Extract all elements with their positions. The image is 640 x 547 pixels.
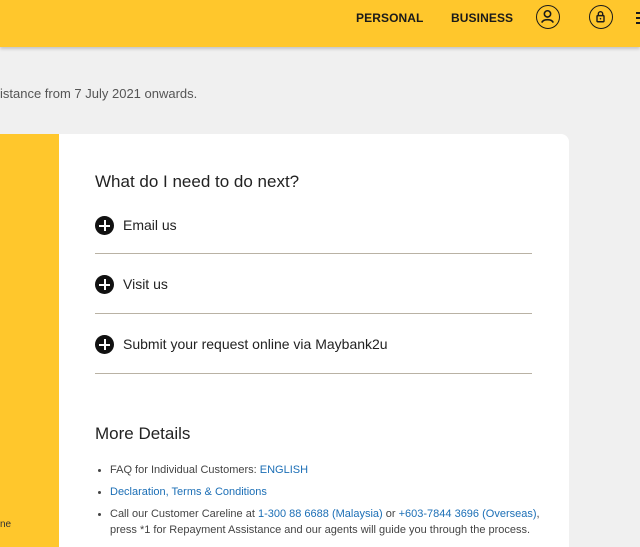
lock-icon[interactable]	[589, 5, 613, 29]
phone-overseas-link[interactable]: +603-7844 3696 (Overseas)	[399, 508, 537, 520]
plus-circle-icon	[95, 275, 114, 294]
more-details-list: FAQ for Individual Customers: ENGLISH De…	[95, 462, 550, 544]
call-or-text: or	[382, 508, 399, 520]
plus-circle-icon	[95, 335, 114, 354]
divider	[95, 373, 532, 374]
accordion-submit-online[interactable]: Submit your request online via Maybank2u	[95, 314, 532, 374]
list-item: FAQ for Individual Customers: ENGLISH	[110, 462, 550, 478]
plus-circle-icon	[95, 216, 114, 235]
user-account-icon[interactable]	[536, 5, 560, 29]
phone-malaysia-link[interactable]: 1-300 88 6688 (Malaysia)	[258, 508, 383, 520]
intro-text: istance from 7 July 2021 onwards.	[0, 86, 198, 101]
accordion-visit-us[interactable]: Visit us	[95, 254, 532, 314]
declaration-terms-link[interactable]: Declaration, Terms & Conditions	[110, 486, 267, 498]
faq-text: FAQ for Individual Customers:	[110, 464, 260, 476]
list-item: Call our Customer Careline at 1-300 88 6…	[110, 506, 550, 538]
info-card: What do I need to do next? Email us Visi…	[59, 134, 569, 547]
accordion-email-us[interactable]: Email us	[95, 194, 532, 254]
call-text: Call our Customer Careline at	[110, 508, 258, 520]
next-steps-title: What do I need to do next?	[95, 172, 300, 191]
accordion-label: Submit your request online via Maybank2u	[123, 336, 388, 352]
menu-icon[interactable]	[636, 11, 640, 25]
list-item: Declaration, Terms & Conditions	[110, 484, 550, 500]
accordion-label: Visit us	[123, 276, 168, 292]
side-panel: ne	[0, 134, 59, 547]
more-details-title: More Details	[95, 424, 191, 443]
nav-personal-link[interactable]: PERSONAL	[356, 11, 423, 25]
side-panel-text: ne	[0, 519, 12, 530]
top-header: PERSONAL BUSINESS	[0, 0, 640, 47]
nav-business-link[interactable]: BUSINESS	[451, 11, 513, 25]
accordion-label: Email us	[123, 217, 177, 233]
faq-english-link[interactable]: ENGLISH	[260, 464, 308, 476]
